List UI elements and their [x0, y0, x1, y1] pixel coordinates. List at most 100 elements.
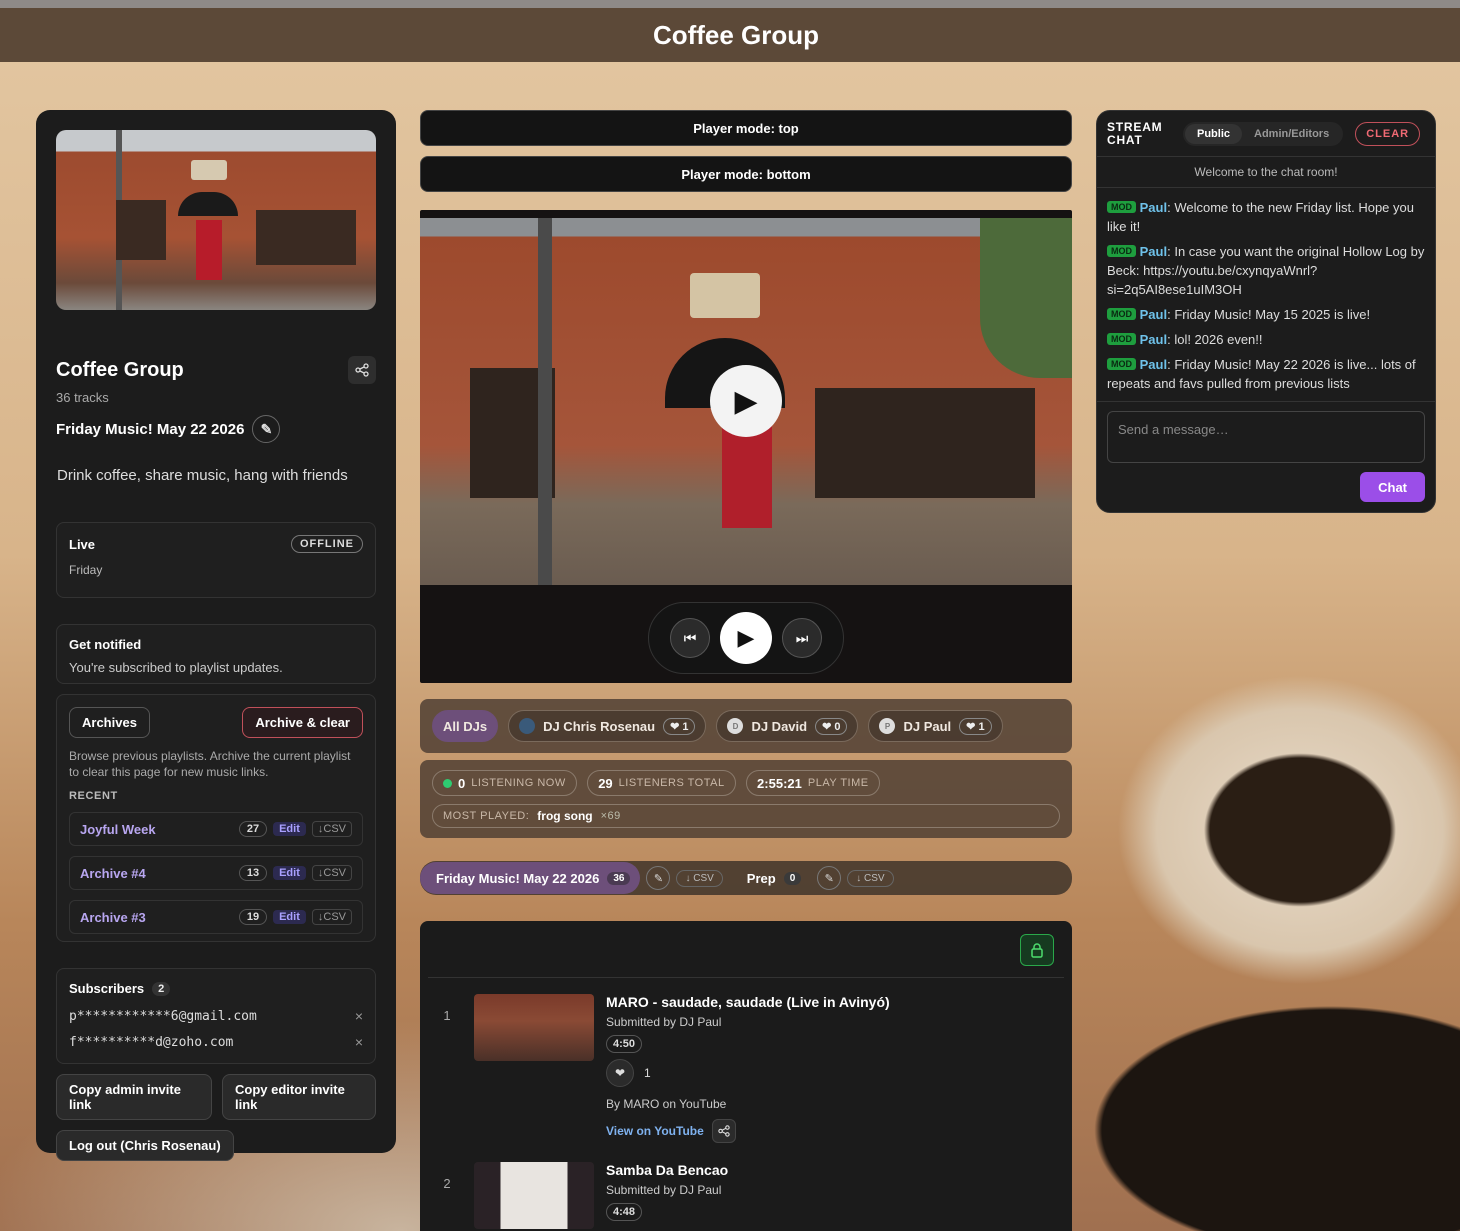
send-chat-button[interactable]: Chat [1360, 472, 1425, 502]
chat-tabs: Public Admin/Editors [1183, 121, 1344, 146]
track-list: 1 MARO - saudade, saudade (Live in Aviny… [420, 921, 1072, 1231]
share-icon[interactable] [711, 1119, 736, 1143]
page-title: Coffee Group [652, 19, 820, 50]
download-csv-button[interactable]: ↓ CSV [847, 869, 894, 887]
chat-user[interactable]: Paul [1140, 357, 1167, 372]
archive-item[interactable]: Archive #4 13 Edit ↓CSV [69, 856, 363, 890]
stream-chat: STREAM CHAT Public Admin/Editors CLEAR W… [1096, 110, 1436, 513]
previous-track-icon[interactable]: ⏮ [670, 618, 710, 658]
track-submitter: Submitted by DJ Paul [606, 1015, 722, 1029]
dj-filter-chris[interactable]: DJ Chris Rosenau ❤ 1 [508, 710, 707, 742]
tab-prep[interactable]: Prep 0 [729, 862, 811, 894]
player-mode-top-button[interactable]: Player mode: top [420, 110, 1072, 146]
clear-chat-button[interactable]: CLEAR [1355, 121, 1421, 146]
dj-filter-label: All DJs [443, 718, 488, 734]
archives-button[interactable]: Archives [69, 707, 150, 738]
play-icon[interactable]: ▶ [720, 612, 772, 664]
chat-text: Friday Music! May 15 2025 is live! [1174, 307, 1371, 322]
subscriber-email: p************6@gmail.com [69, 1008, 257, 1024]
archive-edit-button[interactable]: Edit [273, 866, 306, 880]
chat-user[interactable]: Paul [1140, 332, 1167, 347]
edit-pencil-icon[interactable]: ✎ [817, 866, 842, 890]
video-play-icon[interactable]: ▶ [710, 365, 782, 437]
track-count: 36 tracks [56, 390, 109, 405]
archive-count: 27 [238, 821, 268, 837]
listening-now-stat: 0 LISTENING NOW [432, 770, 577, 796]
chat-user[interactable]: Paul [1140, 200, 1167, 215]
edit-pencil-icon[interactable]: ✎ [252, 415, 281, 443]
remove-subscriber-icon[interactable]: × [355, 1008, 363, 1024]
edit-pencil-icon[interactable]: ✎ [646, 866, 671, 890]
dj-filter-david[interactable]: D DJ David ❤ 0 [716, 710, 859, 742]
archive-name[interactable]: Archive #4 [80, 866, 146, 881]
track-item: 2 Samba Da Bencao Submitted by DJ Paul 4… [432, 1162, 728, 1229]
copy-admin-invite-button[interactable]: Copy admin invite link [56, 1074, 213, 1120]
archive-clear-button[interactable]: Archive & clear [242, 707, 363, 738]
track-number: 1 [443, 1008, 451, 1023]
archive-name[interactable]: Archive #3 [80, 910, 146, 925]
tab-count: 36 [607, 871, 631, 885]
notify-title: Get notified [69, 637, 142, 652]
archive-item[interactable]: Archive #3 19 Edit ↓CSV [69, 900, 363, 934]
chat-message-input[interactable]: Send a message… [1107, 411, 1425, 463]
track-thumbnail[interactable] [474, 994, 594, 1061]
archive-csv-button[interactable]: ↓CSV [311, 865, 352, 881]
archives-help: Browse previous playlists. Archive the c… [69, 749, 351, 779]
track-duration: 4:48 [606, 1203, 643, 1221]
dj-name: DJ David [751, 718, 808, 734]
group-name: Coffee Group [56, 358, 184, 381]
archives-card: Archives Archive & clear Browse previous… [56, 694, 376, 942]
subscribers-count: 2 [152, 981, 171, 996]
archive-item[interactable]: Joyful Week 27 Edit ↓CSV [69, 812, 363, 846]
tab-label: Prep [746, 870, 776, 886]
chat-user[interactable]: Paul [1140, 244, 1167, 259]
archive-csv-button[interactable]: ↓CSV [311, 909, 352, 925]
chat-message: MOD Paul: lol! 2026 even!! [1107, 330, 1425, 349]
dj-name: DJ Chris Rosenau [543, 718, 656, 734]
mod-badge: MOD [1107, 308, 1136, 320]
copy-editor-invite-button[interactable]: Copy editor invite link [222, 1074, 376, 1120]
download-csv-button[interactable]: ↓ CSV [676, 869, 723, 887]
track-thumbnail[interactable] [474, 1162, 594, 1229]
live-card: Live OFFLINE Friday [56, 522, 376, 598]
tab-public[interactable]: Public [1185, 123, 1243, 144]
logout-button[interactable]: Log out (Chris Rosenau) [56, 1130, 234, 1161]
dj-filter-all[interactable]: All DJs [432, 710, 499, 742]
avatar: D [727, 718, 744, 734]
player-mode-bottom-button[interactable]: Player mode: bottom [420, 156, 1072, 192]
stat-label: LISTENERS TOTAL [618, 777, 725, 789]
divider [1097, 401, 1435, 402]
chat-message: MOD Paul: Friday Music! May 15 2025 is l… [1107, 305, 1425, 324]
playlist-tabs: Friday Music! May 22 2026 36 ✎ ↓ CSV Pre… [420, 861, 1072, 895]
next-track-icon[interactable]: ⏭ [782, 618, 822, 658]
tab-current-playlist[interactable]: Friday Music! May 22 2026 36 [420, 862, 641, 894]
chat-message: MOD Paul: Welcome to the new Friday list… [1107, 200, 1414, 234]
track-likes: 1 [644, 1066, 651, 1080]
like-heart-icon[interactable]: ❤ [606, 1059, 634, 1087]
view-on-youtube-link[interactable]: View on YouTube [606, 1124, 704, 1138]
dj-likes: ❤ 1 [663, 717, 696, 735]
chat-user[interactable]: Paul [1140, 307, 1167, 322]
live-label: Live [69, 536, 96, 552]
share-icon[interactable] [348, 356, 376, 384]
chat-message: MOD Paul: Friday Music! May 22 2026 is l… [1107, 357, 1416, 391]
track-duration: 4:50 [606, 1035, 643, 1053]
chat-message: MOD Paul: In case you want the original … [1107, 244, 1425, 297]
archive-edit-button[interactable]: Edit [273, 822, 306, 836]
lock-icon[interactable] [1020, 934, 1054, 966]
mod-badge: MOD [1107, 201, 1136, 213]
tab-admin-editors[interactable]: Admin/Editors [1242, 124, 1341, 144]
video-frame[interactable]: ▶ [420, 218, 1072, 585]
archive-csv-button[interactable]: ↓CSV [311, 821, 352, 837]
archive-edit-button[interactable]: Edit [273, 910, 306, 924]
remove-subscriber-icon[interactable]: × [355, 1034, 363, 1050]
chat-welcome: Welcome to the chat room! [1097, 157, 1435, 188]
recent-label: RECENT [69, 790, 118, 802]
group-sidebar: Coffee Group 36 tracks Friday Music! May… [36, 110, 396, 1161]
dj-likes: ❤ 1 [959, 717, 992, 735]
dj-filter-paul[interactable]: P DJ Paul ❤ 1 [868, 710, 1003, 742]
player-controls: ⏮ ▶ ⏭ [648, 602, 844, 674]
subscriber-email: f**********d@zoho.com [69, 1034, 234, 1050]
archive-name[interactable]: Joyful Week [80, 822, 156, 837]
stat-value: 0 [458, 775, 466, 791]
